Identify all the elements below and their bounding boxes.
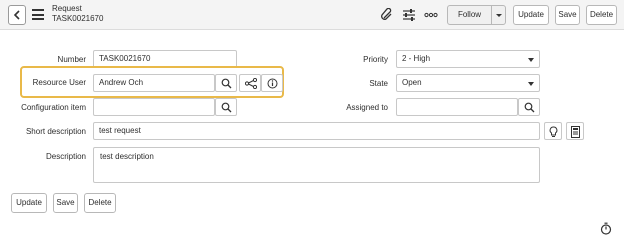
short-description-label: Short description bbox=[25, 127, 86, 136]
resource-user-info-button[interactable] bbox=[261, 74, 283, 92]
configuration-item-label: Configuration item bbox=[21, 103, 86, 112]
resource-user-field[interactable]: Andrew Och bbox=[93, 74, 215, 92]
description-textarea[interactable]: test description bbox=[93, 147, 540, 183]
resource-user-dependency-button[interactable] bbox=[239, 74, 261, 92]
search-icon bbox=[221, 102, 232, 113]
dependency-icon bbox=[245, 78, 257, 89]
paperclip-icon[interactable] bbox=[380, 8, 394, 22]
footer-update-button[interactable]: Update bbox=[11, 193, 47, 213]
assigned-to-lookup-button[interactable] bbox=[518, 98, 540, 116]
search-icon bbox=[221, 78, 232, 89]
suggestion-button[interactable] bbox=[544, 122, 562, 140]
template-icon bbox=[571, 126, 580, 138]
header-delete-button[interactable]: Delete bbox=[586, 5, 617, 25]
priority-select[interactable]: 2 - High bbox=[396, 50, 540, 68]
hamburger-icon[interactable] bbox=[32, 9, 44, 20]
assigned-to-field[interactable] bbox=[396, 98, 518, 116]
page-title: Request bbox=[52, 4, 82, 13]
state-select[interactable]: Open bbox=[396, 74, 540, 92]
more-icon[interactable] bbox=[424, 8, 438, 22]
back-icon bbox=[13, 10, 20, 20]
assigned-to-label: Assigned to bbox=[346, 103, 388, 112]
lightbulb-icon bbox=[549, 126, 558, 137]
configuration-item-lookup-button[interactable] bbox=[215, 98, 237, 116]
search-icon bbox=[524, 102, 535, 113]
info-icon bbox=[267, 78, 278, 89]
stopwatch-icon[interactable] bbox=[600, 222, 612, 235]
configuration-item-field[interactable] bbox=[93, 98, 215, 116]
record-number: TASK0021670 bbox=[52, 14, 104, 23]
resource-user-label: Resource User bbox=[32, 78, 86, 87]
settings-sliders-icon[interactable] bbox=[402, 8, 416, 22]
short-description-field[interactable]: test request bbox=[93, 122, 540, 140]
number-label: Number bbox=[57, 55, 86, 64]
back-button[interactable] bbox=[8, 5, 26, 25]
priority-label: Priority bbox=[363, 55, 388, 64]
follow-dropdown-button[interactable] bbox=[491, 5, 506, 25]
form-header: Request TASK0021670 Follow Update Save D… bbox=[0, 0, 624, 30]
template-button[interactable] bbox=[566, 122, 584, 140]
footer-save-button[interactable]: Save bbox=[53, 193, 78, 213]
footer-delete-button[interactable]: Delete bbox=[84, 193, 116, 213]
description-label: Description bbox=[45, 152, 86, 161]
state-label: State bbox=[369, 79, 388, 88]
header-save-button[interactable]: Save bbox=[555, 5, 580, 25]
follow-button[interactable]: Follow bbox=[447, 5, 492, 25]
header-update-button[interactable]: Update bbox=[513, 5, 549, 25]
resource-user-lookup-button[interactable] bbox=[215, 74, 237, 92]
